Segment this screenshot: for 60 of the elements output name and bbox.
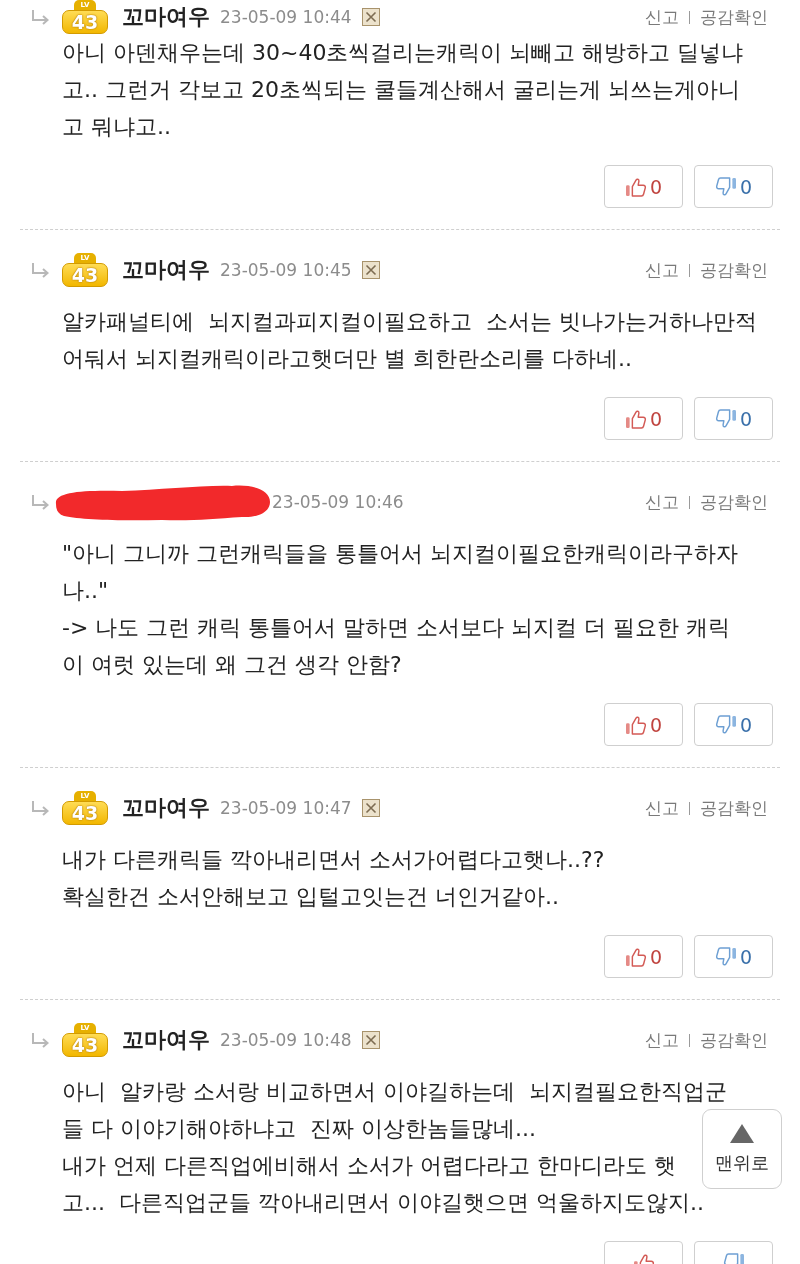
x-box-icon[interactable]	[361, 799, 380, 817]
report-link[interactable]: 신고	[645, 796, 679, 820]
thumbs-up-icon	[624, 946, 647, 967]
comment-text-line: 들 다 이야기해야하냐고 진짜 이상한놈들많네...	[62, 1115, 536, 1142]
comment-text-line: 나.."	[62, 577, 109, 604]
comment-text-line: 어둬서 뇌지컬캐릭이라고햇더만 별 희한란소리를 다하네..	[62, 345, 632, 372]
report-link[interactable]: 신고	[645, 490, 679, 514]
nickname[interactable]: 꼬마여우	[122, 255, 210, 285]
thumbs-up-icon	[624, 176, 647, 197]
x-box-icon[interactable]	[361, 8, 380, 26]
thumbs-down-icon	[714, 176, 737, 197]
comment-text-line: 아니 알카랑 소서랑 비교하면서 이야길하는데 뇌지컬필요한직업군	[62, 1078, 727, 1105]
likes-view-link[interactable]: 공감확인	[700, 796, 768, 820]
comment-date: 23-05-09 10:48	[220, 1030, 352, 1050]
like-button[interactable]: 0	[604, 703, 683, 746]
level-number: 43	[71, 11, 99, 33]
x-box-icon[interactable]	[361, 1031, 380, 1049]
dislike-button[interactable]: 0	[694, 165, 773, 208]
comment-text-line: 내가 다른캐릭들 깍아내리면서 소서가어렵다고햇나..??	[62, 846, 605, 873]
comment-text-line: 알카패널티에 뇌지컬과피지컬이필요하고 소서는 빗나가는거하나만적	[62, 308, 757, 335]
thumbs-up-icon	[624, 408, 647, 429]
comment-date: 23-05-09 10:45	[220, 260, 352, 280]
like-button[interactable]: 0	[604, 935, 683, 978]
comment-text-line: 고... 다른직업군들 깍아내리면서 이야길햇으면 억울하지도않지..	[62, 1189, 704, 1216]
comment-text-line: -> 나도 그런 캐릭 통틀어서 말하면 소서보다 뇌지컬 더 필요한 캐릭	[62, 614, 731, 641]
up-triangle-icon	[730, 1123, 754, 1143]
thumbs-down-icon	[714, 714, 737, 735]
thumbs-up-icon	[624, 714, 647, 735]
comment-text-line: 확실한건 소서안해보고 입털고잇는건 너인거같아..	[62, 883, 559, 910]
dislike-button[interactable]: 0	[694, 935, 773, 978]
comment-text-line: 고 뭐냐고..	[62, 113, 171, 140]
likes-view-link[interactable]: 공감확인	[700, 5, 768, 29]
dislike-button[interactable]: 0	[694, 397, 773, 440]
thumbs-down-icon	[714, 408, 737, 429]
report-link[interactable]: 신고	[645, 5, 679, 29]
comment-text-line: 내가 언제 다른직업에비해서 소서가 어렵다라고 한마디라도 햇	[62, 1152, 676, 1179]
comment-text-line: 아니 아덴채우는데 30~40초씩걸리는캐릭이 뇌빼고 해방하고 딜넣냐	[62, 39, 744, 66]
likes-view-link[interactable]: 공감확인	[700, 1028, 768, 1052]
level-number: 43	[71, 802, 99, 824]
thumbs-down-icon	[714, 946, 737, 967]
comment-text-line: 고.. 그런거 각보고 20초씩되는 쿨들계산해서 굴리는게 뇌쓰는게아니	[62, 76, 740, 103]
level-number: 43	[71, 1034, 99, 1056]
comment-date: 23-05-09 10:46	[272, 492, 404, 512]
like-button[interactable]: 0	[604, 397, 683, 440]
comment-text-line: 이 여럿 있는데 왜 그건 생각 안함?	[62, 651, 402, 678]
likes-view-link[interactable]: 공감확인	[700, 258, 768, 282]
likes-view-link[interactable]: 공감확인	[700, 490, 768, 514]
level-number: 43	[71, 264, 99, 286]
like-button[interactable]: 0	[604, 165, 683, 208]
dislike-button[interactable]: 0	[694, 703, 773, 746]
comment-date: 23-05-09 10:47	[220, 798, 352, 818]
report-link[interactable]: 신고	[645, 1028, 679, 1052]
x-box-icon[interactable]	[361, 261, 380, 279]
nickname[interactable]: 꼬마여우	[122, 793, 210, 823]
comment-date: 23-05-09 10:44	[220, 7, 352, 27]
scroll-to-top-button[interactable]: 맨위로	[702, 1109, 782, 1189]
nickname[interactable]: 꼬마여우	[122, 2, 210, 32]
report-link[interactable]: 신고	[645, 258, 679, 282]
comment-text-line: "아니 그니까 그런캐릭들을 통틀어서 뇌지컬이필요한캐릭이라구하자	[62, 540, 739, 567]
nickname[interactable]: 꼬마여우	[122, 1025, 210, 1055]
